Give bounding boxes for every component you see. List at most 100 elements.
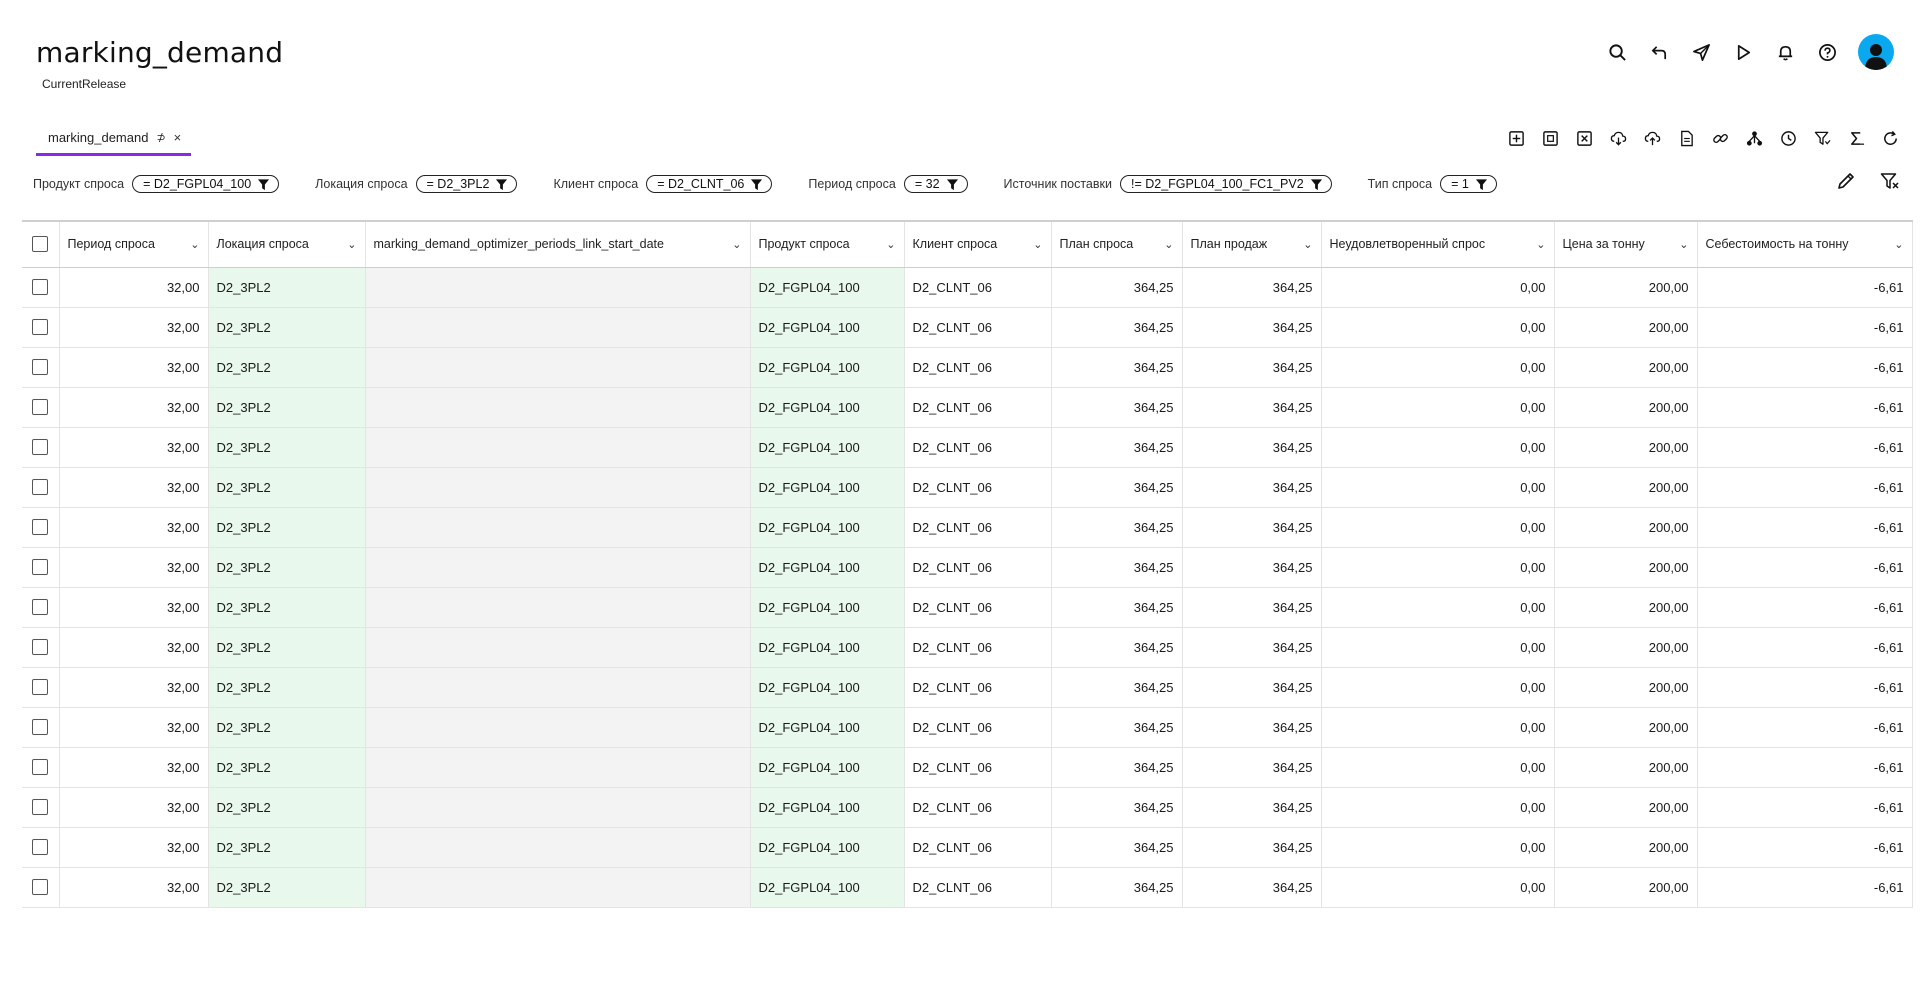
cell-client[interactable]: D2_CLNT_06 (904, 507, 1052, 548)
cell-demand-plan[interactable]: 364,25 (1051, 347, 1183, 388)
cell-start-date[interactable] (365, 867, 751, 908)
cell-unmet-demand[interactable]: 0,00 (1321, 667, 1555, 708)
cell-price[interactable]: 200,00 (1554, 427, 1698, 468)
refresh-icon[interactable] (1880, 128, 1900, 148)
filter-chip[interactable]: = D2_FGPL04_100 (132, 175, 280, 193)
cell-demand-plan[interactable]: 364,25 (1051, 707, 1183, 748)
row-checkbox[interactable] (22, 547, 60, 588)
table-row[interactable]: 32,00 D2_3PL2 D2_FGPL04_100 D2_CLNT_06 364,2… (22, 507, 1913, 548)
cell-start-date[interactable] (365, 707, 751, 748)
cell-product[interactable]: D2_FGPL04_100 (750, 267, 905, 308)
cell-cost[interactable]: -6,61 (1697, 667, 1913, 708)
cell-cost[interactable]: -6,61 (1697, 787, 1913, 828)
cell-cost[interactable]: -6,61 (1697, 627, 1913, 668)
cell-location[interactable]: D2_3PL2 (208, 267, 366, 308)
row-checkbox[interactable] (22, 827, 60, 868)
cell-sales-plan[interactable]: 364,25 (1182, 867, 1322, 908)
chevron-down-icon[interactable]: ⌄ (732, 238, 741, 251)
cell-unmet-demand[interactable]: 0,00 (1321, 827, 1555, 868)
cell-unmet-demand[interactable]: 0,00 (1321, 347, 1555, 388)
cell-price[interactable]: 200,00 (1554, 747, 1698, 788)
filter-chip[interactable]: = D2_3PL2 (415, 175, 518, 193)
cell-unmet-demand[interactable]: 0,00 (1321, 467, 1555, 508)
cell-product[interactable]: D2_FGPL04_100 (750, 587, 905, 628)
row-checkbox[interactable] (22, 627, 60, 668)
cell-product[interactable]: D2_FGPL04_100 (750, 667, 905, 708)
cell-start-date[interactable] (365, 587, 751, 628)
filter-chip[interactable]: = 1 (1440, 175, 1497, 193)
cell-client[interactable]: D2_CLNT_06 (904, 667, 1052, 708)
cell-sales-plan[interactable]: 364,25 (1182, 267, 1322, 308)
filter-chip[interactable]: != D2_FGPL04_100_FC1_PV2 (1119, 175, 1332, 193)
cell-unmet-demand[interactable]: 0,00 (1321, 867, 1555, 908)
cell-demand-plan[interactable]: 364,25 (1051, 267, 1183, 308)
cell-client[interactable]: D2_CLNT_06 (904, 267, 1052, 308)
cell-cost[interactable]: -6,61 (1697, 267, 1913, 308)
cell-start-date[interactable] (365, 507, 751, 548)
cell-start-date[interactable] (365, 427, 751, 468)
cell-cost[interactable]: -6,61 (1697, 387, 1913, 428)
cell-start-date[interactable] (365, 307, 751, 348)
cell-start-date[interactable] (365, 267, 751, 308)
cell-price[interactable]: 200,00 (1554, 787, 1698, 828)
cell-sales-plan[interactable]: 364,25 (1182, 427, 1322, 468)
hierarchy-icon[interactable] (1744, 128, 1764, 148)
bell-icon[interactable] (1774, 41, 1796, 63)
row-checkbox[interactable] (22, 347, 60, 388)
filter-sort-icon[interactable] (1812, 128, 1832, 148)
cell-cost[interactable]: -6,61 (1697, 467, 1913, 508)
row-checkbox[interactable] (22, 787, 60, 828)
cell-demand-plan[interactable]: 364,25 (1051, 787, 1183, 828)
row-checkbox[interactable] (22, 707, 60, 748)
cell-product[interactable]: D2_FGPL04_100 (750, 387, 905, 428)
table-row[interactable]: 32,00 D2_3PL2 D2_FGPL04_100 D2_CLNT_06 364,2… (22, 347, 1913, 388)
cell-client[interactable]: D2_CLNT_06 (904, 627, 1052, 668)
col-header-location[interactable]: Локация спроса ⌄ (208, 220, 366, 268)
cell-cost[interactable]: -6,61 (1697, 507, 1913, 548)
cell-period[interactable]: 32,00 (59, 387, 209, 428)
clear-filter-icon[interactable] (1880, 171, 1900, 196)
cell-unmet-demand[interactable]: 0,00 (1321, 387, 1555, 428)
cell-cost[interactable]: -6,61 (1697, 427, 1913, 468)
cell-demand-plan[interactable]: 364,25 (1051, 427, 1183, 468)
chevron-down-icon[interactable]: ⌄ (1303, 238, 1312, 251)
cell-cost[interactable]: -6,61 (1697, 587, 1913, 628)
cell-period[interactable]: 32,00 (59, 827, 209, 868)
row-checkbox[interactable] (22, 587, 60, 628)
cell-price[interactable]: 200,00 (1554, 547, 1698, 588)
cell-location[interactable]: D2_3PL2 (208, 427, 366, 468)
cell-price[interactable]: 200,00 (1554, 507, 1698, 548)
cell-unmet-demand[interactable]: 0,00 (1321, 627, 1555, 668)
table-row[interactable]: 32,00 D2_3PL2 D2_FGPL04_100 D2_CLNT_06 364,2… (22, 707, 1913, 748)
cell-location[interactable]: D2_3PL2 (208, 307, 366, 348)
cell-cost[interactable]: -6,61 (1697, 747, 1913, 788)
cell-product[interactable]: D2_FGPL04_100 (750, 347, 905, 388)
cell-demand-plan[interactable]: 364,25 (1051, 307, 1183, 348)
cell-price[interactable]: 200,00 (1554, 627, 1698, 668)
cell-unmet-demand[interactable]: 0,00 (1321, 547, 1555, 588)
cell-period[interactable]: 32,00 (59, 307, 209, 348)
cell-unmet-demand[interactable]: 0,00 (1321, 747, 1555, 788)
cell-location[interactable]: D2_3PL2 (208, 707, 366, 748)
cell-unmet-demand[interactable]: 0,00 (1321, 707, 1555, 748)
cell-unmet-demand[interactable]: 0,00 (1321, 787, 1555, 828)
cell-client[interactable]: D2_CLNT_06 (904, 347, 1052, 388)
cell-cost[interactable]: -6,61 (1697, 867, 1913, 908)
cell-location[interactable]: D2_3PL2 (208, 747, 366, 788)
table-row[interactable]: 32,00 D2_3PL2 D2_FGPL04_100 D2_CLNT_06 364,2… (22, 387, 1913, 428)
help-icon[interactable] (1816, 41, 1838, 63)
cell-unmet-demand[interactable]: 0,00 (1321, 587, 1555, 628)
cell-location[interactable]: D2_3PL2 (208, 387, 366, 428)
cell-client[interactable]: D2_CLNT_06 (904, 867, 1052, 908)
cell-sales-plan[interactable]: 364,25 (1182, 507, 1322, 548)
cell-price[interactable]: 200,00 (1554, 467, 1698, 508)
table-row[interactable]: 32,00 D2_3PL2 D2_FGPL04_100 D2_CLNT_06 364,2… (22, 267, 1913, 308)
col-header-client[interactable]: Клиент спроса ⌄ (904, 220, 1052, 268)
filter-chip[interactable]: = 32 (903, 175, 968, 193)
cell-location[interactable]: D2_3PL2 (208, 507, 366, 548)
table-row[interactable]: 32,00 D2_3PL2 D2_FGPL04_100 D2_CLNT_06 364,2… (22, 867, 1913, 908)
table-row[interactable]: 32,00 D2_3PL2 D2_FGPL04_100 D2_CLNT_06 364,2… (22, 547, 1913, 588)
cell-product[interactable]: D2_FGPL04_100 (750, 507, 905, 548)
cell-price[interactable]: 200,00 (1554, 667, 1698, 708)
col-header-cost[interactable]: Себестоимость на тонну ⌄ (1697, 220, 1913, 268)
